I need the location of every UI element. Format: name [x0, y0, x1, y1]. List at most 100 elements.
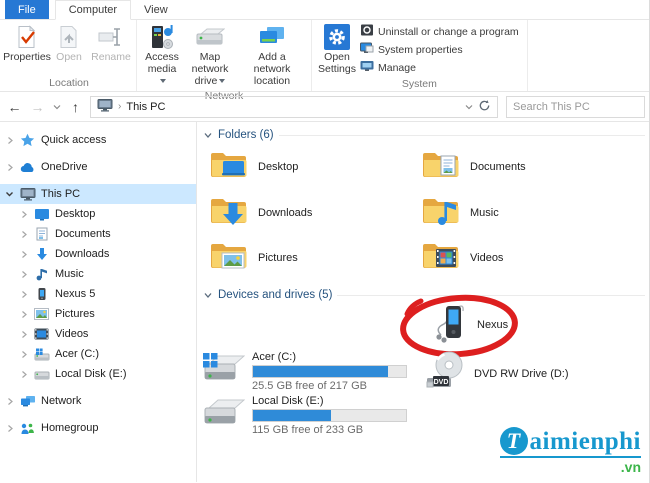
sidebar-item-onedrive[interactable]: OneDrive: [0, 157, 196, 177]
uninstall-program-icon: [360, 24, 374, 39]
device-item-nexus-5[interactable]: Nexus 5: [433, 301, 517, 348]
sidebar-item-network[interactable]: Network: [0, 391, 196, 411]
sidebar-item-documents[interactable]: Documents: [0, 224, 196, 244]
group-label-system: System: [316, 77, 523, 92]
desktop-icon: [33, 206, 50, 222]
desktop-folder-icon: [209, 148, 249, 185]
folders-section-header[interactable]: Folders (6): [203, 129, 645, 141]
search-box: [506, 96, 645, 118]
tab-computer[interactable]: Computer: [55, 0, 131, 20]
settings-gear-icon: [324, 24, 350, 50]
up-button[interactable]: ↑: [65, 96, 86, 118]
refresh-icon[interactable]: [478, 99, 491, 115]
address-dropdown-icon[interactable]: [465, 101, 473, 113]
pictures-folder-icon: [209, 239, 249, 276]
rename-button[interactable]: Rename: [90, 22, 132, 65]
back-button[interactable]: ←: [4, 96, 25, 118]
ribbon-group-location: Properties Open Rename Location: [2, 20, 137, 91]
open-settings-button[interactable]: Open Settings: [316, 22, 358, 77]
forward-button[interactable]: →: [27, 96, 48, 118]
disk-usage-bar: [252, 409, 407, 422]
chevron-right-icon[interactable]: [19, 330, 28, 339]
chevron-right-icon[interactable]: [19, 210, 28, 219]
uninstall-program-button[interactable]: Uninstall or change a program: [360, 24, 519, 39]
system-properties-button[interactable]: System properties: [360, 42, 519, 57]
videos-icon: [33, 326, 50, 342]
folder-item-documents[interactable]: Documents: [421, 148, 526, 185]
taimienphi-watermark: T aimienphi .vn: [500, 427, 641, 475]
breadcrumb-this-pc[interactable]: This PC: [126, 101, 165, 113]
chevron-right-icon[interactable]: [19, 250, 28, 259]
sidebar-item-local-disk-e[interactable]: Local Disk (E:): [0, 364, 196, 384]
sidebar-item-downloads[interactable]: Downloads: [0, 244, 196, 264]
chevron-down-icon[interactable]: [5, 190, 14, 198]
folder-item-downloads[interactable]: Downloads: [209, 194, 312, 231]
manage-icon: [360, 60, 374, 75]
dropdown-caret-icon: [219, 79, 225, 83]
drive-item-dvd-rw-d[interactable]: DVD DVD RW Drive (D:): [425, 350, 569, 397]
access-media-button[interactable]: Access media: [141, 22, 183, 89]
sidebar-item-pictures[interactable]: Pictures: [0, 304, 196, 324]
ribbon: Properties Open Rename Location: [0, 20, 649, 92]
system-properties-icon: [360, 42, 374, 57]
homegroup-icon: [19, 420, 36, 436]
drive-item-acer-c[interactable]: Acer (C:) 25.5 GB free of 217 GB: [201, 350, 407, 392]
add-network-location-button[interactable]: Add a network location: [237, 22, 307, 89]
network-icon: [19, 393, 36, 409]
this-pc-icon: [97, 99, 113, 115]
chevron-right-icon[interactable]: [5, 424, 14, 433]
chevron-right-icon[interactable]: [19, 290, 28, 299]
dropdown-caret-icon: [160, 79, 166, 83]
sidebar-item-quick-access[interactable]: Quick access: [0, 130, 196, 150]
access-media-icon: [149, 24, 175, 50]
properties-button[interactable]: Properties: [6, 22, 48, 65]
navigation-pane: Quick access OneDrive This PC Desktop: [0, 122, 197, 482]
chevron-right-icon[interactable]: [19, 370, 28, 379]
folder-item-desktop[interactable]: Desktop: [209, 148, 298, 185]
chevron-right-icon[interactable]: [19, 270, 28, 279]
sidebar-item-desktop[interactable]: Desktop: [0, 204, 196, 224]
sidebar-item-acer-c[interactable]: Acer (C:): [0, 344, 196, 364]
add-network-location-icon: [257, 24, 287, 50]
this-pc-icon: [19, 186, 36, 202]
chevron-right-icon[interactable]: [19, 230, 28, 239]
chevron-right-icon[interactable]: [5, 163, 14, 172]
pictures-icon: [33, 306, 50, 322]
drive-item-local-disk-e[interactable]: Local Disk (E:) 115 GB free of 233 GB: [201, 394, 407, 436]
sidebar-item-homegroup[interactable]: Homegroup: [0, 418, 196, 438]
sidebar-item-videos[interactable]: Videos: [0, 324, 196, 344]
devices-section-header[interactable]: Devices and drives (5): [203, 289, 645, 301]
sidebar-item-music[interactable]: Music: [0, 264, 196, 284]
properties-icon: [16, 24, 38, 50]
section-collapse-icon: [203, 131, 213, 140]
breadcrumb-separator-icon: ›: [118, 101, 121, 112]
map-network-drive-button[interactable]: Map network drive: [183, 22, 237, 89]
music-note-icon: [33, 266, 50, 282]
hard-drive-icon: [33, 366, 50, 382]
tab-view[interactable]: View: [131, 0, 181, 19]
manage-button[interactable]: Manage: [360, 60, 519, 75]
sidebar-item-nexus-5[interactable]: Nexus 5: [0, 284, 196, 304]
folder-item-videos[interactable]: Videos: [421, 239, 503, 276]
phone-device-icon: [33, 286, 50, 302]
chevron-right-icon[interactable]: [19, 350, 28, 359]
folder-item-music[interactable]: Music: [421, 194, 499, 231]
group-label-location: Location: [6, 76, 132, 91]
open-button[interactable]: Open: [48, 22, 90, 65]
address-box[interactable]: › This PC: [90, 96, 498, 118]
recent-locations-dropdown[interactable]: [50, 96, 63, 118]
sidebar-item-this-pc[interactable]: This PC: [0, 184, 196, 204]
onedrive-cloud-icon: [19, 159, 36, 175]
folder-item-pictures[interactable]: Pictures: [209, 239, 298, 276]
downloads-folder-icon: [209, 194, 249, 231]
taimienphi-logo-icon: T: [500, 427, 528, 455]
chevron-right-icon[interactable]: [5, 136, 14, 145]
system-drive-icon: [33, 346, 50, 362]
rename-icon: [98, 24, 124, 50]
map-network-drive-icon: [195, 24, 225, 50]
tab-file[interactable]: File: [5, 0, 49, 19]
chevron-right-icon[interactable]: [19, 310, 28, 319]
search-input[interactable]: [507, 101, 644, 113]
chevron-right-icon[interactable]: [5, 397, 14, 406]
file-explorer-window: File Computer View Properties Open: [0, 0, 650, 483]
